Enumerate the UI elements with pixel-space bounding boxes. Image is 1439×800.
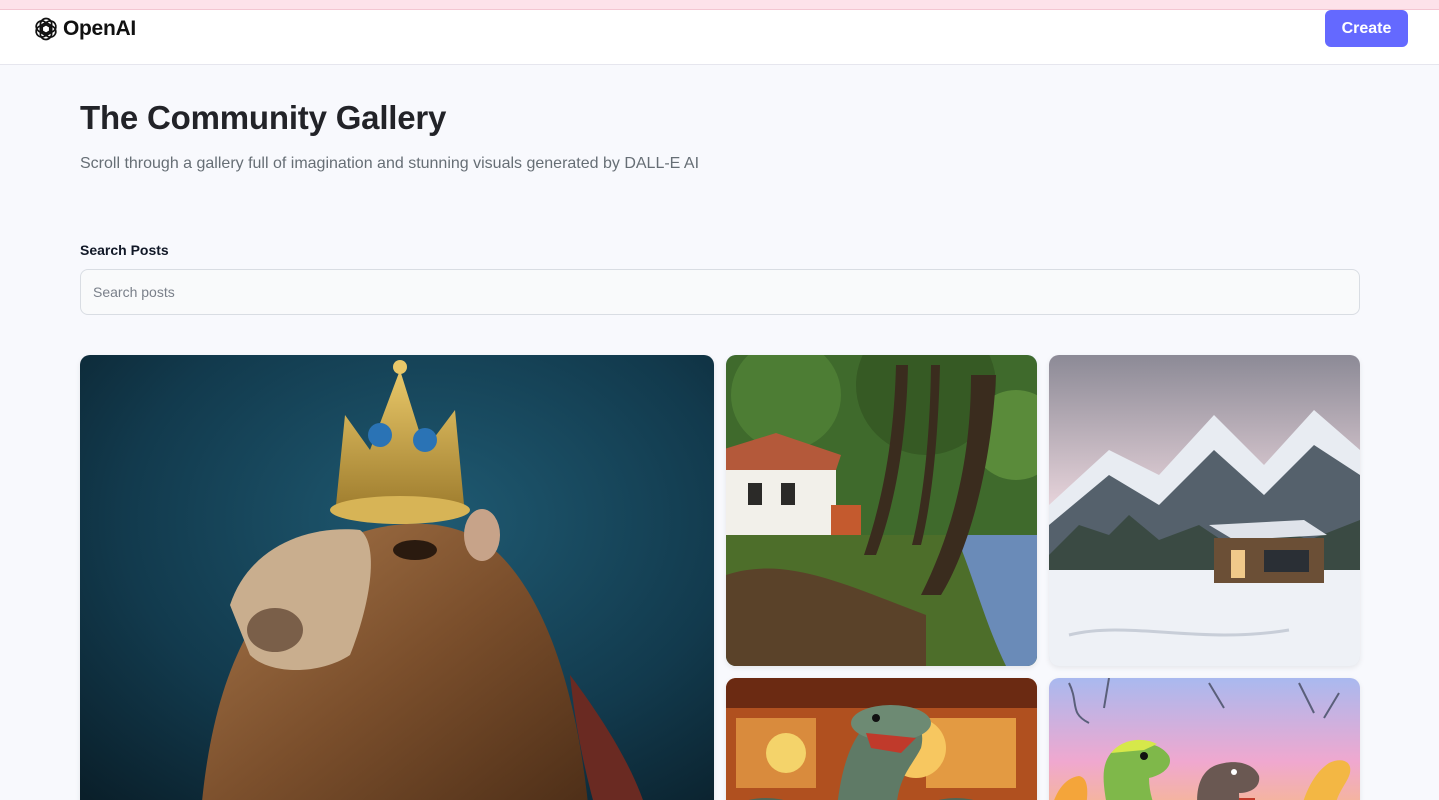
openai-logo-icon	[35, 17, 57, 41]
dinosaur-kitchen-image	[726, 678, 1037, 800]
gallery-card[interactable]	[726, 678, 1037, 800]
openai-logo[interactable]: OpenAI	[32, 14, 136, 44]
site-header: OpenAI Create	[0, 10, 1439, 65]
gallery-card[interactable]	[80, 355, 714, 800]
capybara-crown-image	[80, 355, 714, 800]
search-input[interactable]	[80, 269, 1360, 315]
forest-house-image	[726, 355, 1037, 666]
browser-top-strip	[0, 0, 1439, 10]
logo-text: OpenAI	[63, 17, 136, 40]
create-button[interactable]: Create	[1325, 10, 1408, 47]
page-subtitle: Scroll through a gallery full of imagina…	[80, 155, 700, 172]
gallery-card[interactable]	[1049, 678, 1360, 800]
cartoon-dinosaurs-image	[1049, 678, 1360, 800]
gallery-card[interactable]	[726, 355, 1037, 666]
page-title: The Community Gallery	[80, 99, 447, 136]
gallery-card[interactable]	[1049, 355, 1360, 666]
search-label: Search Posts	[80, 242, 169, 258]
snowy-cabin-image	[1049, 355, 1360, 666]
